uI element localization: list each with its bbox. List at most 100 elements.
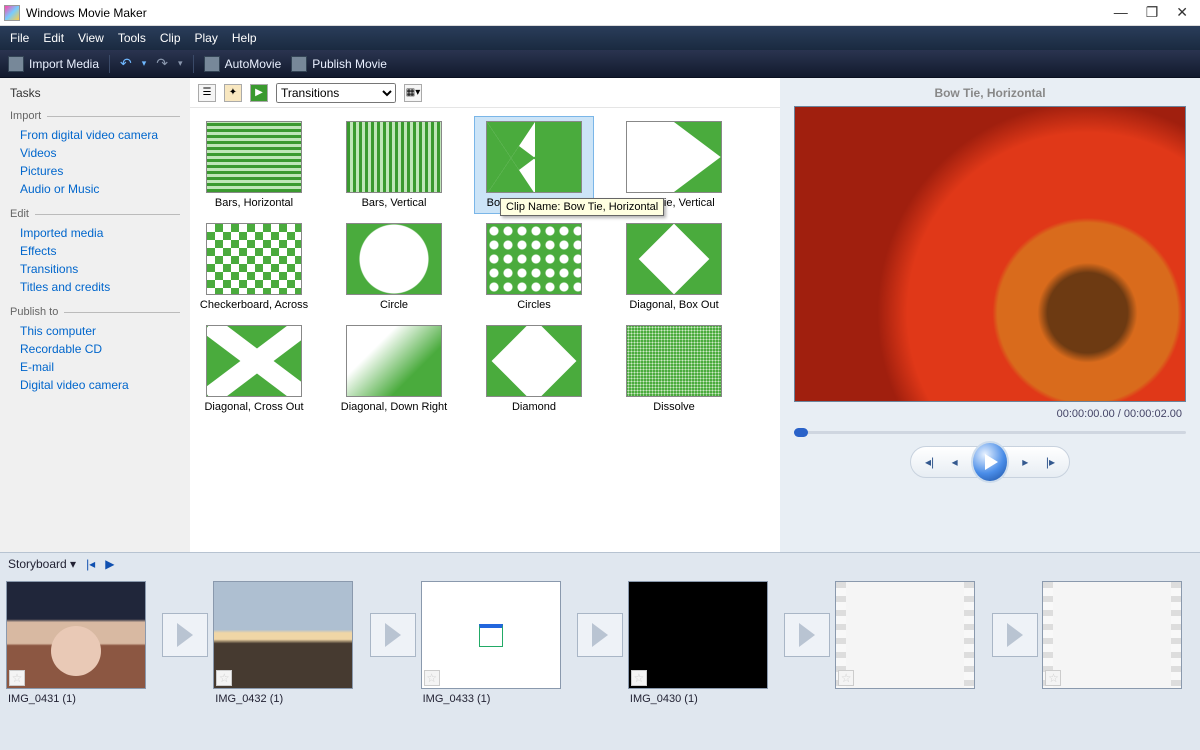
transition-thumb — [626, 121, 722, 193]
task-link[interactable]: Transitions — [10, 260, 180, 278]
collection-scroll[interactable]: Bars, HorizontalBars, VerticalBow Tie, H… — [190, 108, 780, 552]
undo-dropdown[interactable]: ▾ — [142, 58, 147, 69]
transition-item[interactable]: Circles — [474, 218, 594, 316]
task-link[interactable]: Pictures — [10, 162, 180, 180]
storyboard-clip[interactable]: ☆IMG_0430 (1) — [628, 581, 777, 709]
preview-title: Bow Tie, Horizontal — [934, 82, 1045, 106]
menu-view[interactable]: View — [78, 31, 104, 45]
task-link[interactable]: Videos — [10, 144, 180, 162]
tasks-heading: Tasks — [10, 86, 180, 100]
menu-file[interactable]: File — [10, 31, 29, 45]
preview-pane: Bow Tie, Horizontal 00:00:00.00 / 00:00:… — [780, 78, 1200, 552]
import-icon — [8, 56, 24, 72]
seek-knob[interactable] — [794, 428, 808, 437]
rewind-button[interactable]: ◂ — [944, 450, 965, 474]
task-link[interactable]: Audio or Music — [10, 180, 180, 198]
preview-timecode: 00:00:00.00 / 00:00:02.00 — [1057, 408, 1182, 420]
maximize-button[interactable]: ❐ — [1146, 4, 1159, 21]
menu-play[interactable]: Play — [195, 31, 218, 45]
star-icon[interactable]: ☆ — [631, 670, 647, 686]
redo-dropdown[interactable]: ▾ — [178, 58, 183, 69]
transition-label: Circle — [339, 299, 449, 311]
clip-caption: IMG_0431 (1) — [6, 689, 155, 709]
clip-frame: ☆ — [421, 581, 561, 689]
transition-label: Checkerboard, Across — [199, 299, 309, 311]
storyboard-transition-slot[interactable] — [987, 581, 1043, 689]
prev-frame-button[interactable]: ◂| — [919, 450, 940, 474]
menu-clip[interactable]: Clip — [160, 31, 181, 45]
transition-thumb — [206, 325, 302, 397]
transition-label: Bars, Horizontal — [199, 197, 309, 209]
star-icon[interactable]: ☆ — [424, 670, 440, 686]
task-group-label: Import — [10, 110, 180, 122]
publish-icon — [291, 56, 307, 72]
transition-slot-icon — [577, 613, 623, 657]
close-button[interactable]: ✕ — [1176, 4, 1188, 21]
storyboard-clip[interactable]: ☆ IMG_0431 (1) — [6, 581, 155, 709]
preview-seek-bar[interactable] — [794, 428, 1186, 436]
transition-thumb — [486, 325, 582, 397]
storyboard-transition-slot[interactable] — [365, 581, 421, 689]
task-link[interactable]: This computer — [10, 322, 180, 340]
transition-thumb — [626, 325, 722, 397]
storyboard-rewind-button[interactable]: |◂ — [86, 557, 95, 571]
automovie-button[interactable]: AutoMovie — [204, 56, 282, 72]
star-icon[interactable]: ☆ — [216, 670, 232, 686]
collection-dropdown[interactable]: Transitions — [276, 83, 396, 103]
storyboard-transition-slot[interactable] — [779, 581, 835, 689]
transition-thumb — [486, 121, 582, 193]
transition-item[interactable]: Circle — [334, 218, 454, 316]
transition-item[interactable]: Checkerboard, Across — [194, 218, 314, 316]
redo-button[interactable]: ↷ — [156, 55, 168, 72]
view-toggle-button[interactable]: ☰ — [198, 84, 216, 102]
task-link[interactable]: From digital video camera — [10, 126, 180, 144]
task-link[interactable]: Imported media — [10, 224, 180, 242]
storyboard-clip[interactable]: ☆IMG_0433 (1) — [421, 581, 570, 709]
task-link[interactable]: Titles and credits — [10, 278, 180, 296]
storyboard-play-button[interactable]: ▶ — [105, 557, 114, 571]
transition-item[interactable]: Dissolve — [614, 320, 734, 418]
transition-item[interactable]: Bars, Horizontal — [194, 116, 314, 214]
star-icon[interactable]: ☆ — [838, 670, 854, 686]
automovie-icon — [204, 56, 220, 72]
storyboard-clip[interactable]: ☆ IMG_0432 (1) — [213, 581, 362, 709]
play-button[interactable] — [971, 441, 1008, 483]
import-media-button[interactable]: Import Media — [8, 56, 99, 72]
transition-label: Bars, Vertical — [339, 197, 449, 209]
transition-item[interactable]: Diagonal, Cross Out — [194, 320, 314, 418]
storyboard-track[interactable]: ☆IMG_0431 (1)☆IMG_0432 (1)☆IMG_0433 (1)☆… — [0, 575, 1200, 750]
transition-thumb — [346, 223, 442, 295]
transition-item[interactable]: Diamond — [474, 320, 594, 418]
task-group-label: Edit — [10, 208, 180, 220]
clip-name-tooltip: Clip Name: Bow Tie, Horizontal — [500, 198, 664, 216]
menu-help[interactable]: Help — [232, 31, 257, 45]
task-link[interactable]: Recordable CD — [10, 340, 180, 358]
task-link[interactable]: E-mail — [10, 358, 180, 376]
star-icon[interactable]: ☆ — [1045, 670, 1061, 686]
collections-button[interactable]: ✦ — [224, 84, 242, 102]
storyboard-clip[interactable]: ☆ — [835, 581, 984, 697]
transition-thumb — [206, 121, 302, 193]
storyboard-clip[interactable]: ☆ — [1042, 581, 1191, 697]
next-frame-button[interactable]: |▸ — [1040, 450, 1061, 474]
star-icon[interactable]: ☆ — [9, 670, 25, 686]
storyboard-transition-slot[interactable] — [157, 581, 213, 689]
task-link[interactable]: Digital video camera — [10, 376, 180, 394]
menu-tools[interactable]: Tools — [118, 31, 146, 45]
preview-controls: ◂| ◂ ▸ |▸ — [910, 446, 1070, 478]
clip-caption: IMG_0432 (1) — [213, 689, 362, 709]
transition-item[interactable]: Diagonal, Down Right — [334, 320, 454, 418]
collection-toolbar: ☰ ✦ ▶ Transitions ▦▾ — [190, 78, 780, 108]
task-link[interactable]: Effects — [10, 242, 180, 260]
storyboard-label[interactable]: Storyboard ▾ — [8, 557, 76, 571]
forward-button[interactable]: ▸ — [1015, 450, 1036, 474]
view-options-button[interactable]: ▦▾ — [404, 84, 422, 102]
transition-item[interactable]: Bars, Vertical — [334, 116, 454, 214]
undo-button[interactable]: ↶ — [120, 55, 132, 72]
publish-movie-button[interactable]: Publish Movie — [291, 56, 387, 72]
menu-edit[interactable]: Edit — [43, 31, 64, 45]
toolbar: Import Media ↶ ▾ ↷ ▾ AutoMovie Publish M… — [0, 50, 1200, 78]
minimize-button[interactable]: — — [1114, 4, 1128, 21]
transition-item[interactable]: Diagonal, Box Out — [614, 218, 734, 316]
storyboard-transition-slot[interactable] — [572, 581, 628, 689]
